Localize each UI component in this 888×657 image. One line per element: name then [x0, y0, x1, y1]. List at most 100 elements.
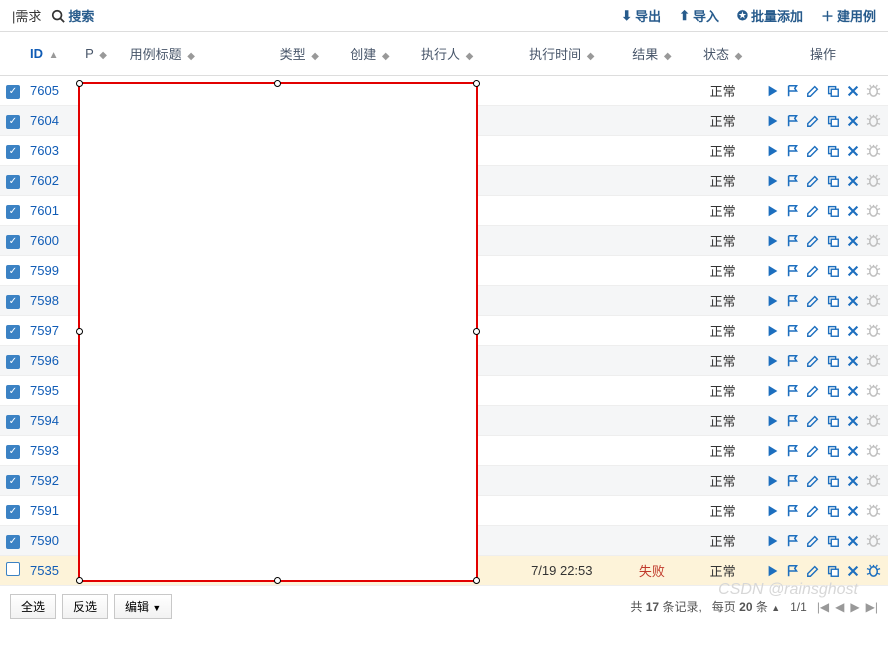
edit-icon[interactable] [805, 353, 821, 369]
row-checkbox[interactable]: ✓ [6, 115, 20, 129]
run-icon[interactable] [765, 143, 781, 159]
bug-icon[interactable] [865, 83, 881, 99]
delete-icon[interactable] [845, 143, 861, 159]
row-id-link[interactable]: 7592 [30, 473, 59, 488]
row-checkbox[interactable]: ✓ [6, 325, 20, 339]
row-id-link[interactable]: 7602 [30, 173, 59, 188]
row-checkbox[interactable]: ✓ [6, 175, 20, 189]
copy-icon[interactable] [825, 503, 841, 519]
row-checkbox[interactable]: ✓ [6, 385, 20, 399]
create-button[interactable]: ＋建用例 [821, 6, 876, 25]
row-id-link[interactable]: 7595 [30, 383, 59, 398]
edit-icon[interactable] [805, 443, 821, 459]
row-id-link[interactable]: 7596 [30, 353, 59, 368]
copy-icon[interactable] [825, 293, 841, 309]
row-checkbox[interactable]: ✓ [6, 145, 20, 159]
copy-icon[interactable] [825, 203, 841, 219]
col-type[interactable]: 类型 ◆ [276, 32, 347, 76]
invert-button[interactable]: 反选 [62, 594, 108, 619]
flag-icon[interactable] [785, 143, 801, 159]
row-id-link[interactable]: 7535 [30, 563, 59, 578]
bug-icon[interactable] [865, 263, 881, 279]
last-page-icon[interactable]: ▶| [866, 600, 878, 614]
edit-icon[interactable] [805, 503, 821, 519]
export-button[interactable]: ⬇导出 [621, 6, 661, 25]
copy-icon[interactable] [825, 323, 841, 339]
bug-icon[interactable] [865, 533, 881, 549]
row-checkbox[interactable]: ✓ [6, 505, 20, 519]
col-id[interactable]: ID ▲ [26, 32, 81, 76]
copy-icon[interactable] [825, 473, 841, 489]
row-id-link[interactable]: 7590 [30, 533, 59, 548]
row-checkbox[interactable]: ✓ [6, 475, 20, 489]
bug-icon[interactable] [865, 353, 881, 369]
col-creator[interactable]: 创建 ◆ [346, 32, 417, 76]
row-id-link[interactable]: 7597 [30, 323, 59, 338]
first-page-icon[interactable]: |◀ [817, 600, 829, 614]
row-checkbox[interactable] [6, 562, 20, 576]
edit-icon[interactable] [805, 113, 821, 129]
flag-icon[interactable] [785, 383, 801, 399]
copy-icon[interactable] [825, 143, 841, 159]
row-checkbox[interactable]: ✓ [6, 205, 20, 219]
select-all-button[interactable]: 全选 [10, 594, 56, 619]
bug-icon[interactable] [865, 173, 881, 189]
bug-icon[interactable] [865, 203, 881, 219]
delete-icon[interactable] [845, 503, 861, 519]
row-id-link[interactable]: 7604 [30, 113, 59, 128]
edit-icon[interactable] [805, 563, 821, 579]
row-id-link[interactable]: 7600 [30, 233, 59, 248]
flag-icon[interactable] [785, 203, 801, 219]
copy-icon[interactable] [825, 533, 841, 549]
bug-icon[interactable] [865, 413, 881, 429]
edit-icon[interactable] [805, 293, 821, 309]
edit-icon[interactable] [805, 383, 821, 399]
row-checkbox[interactable]: ✓ [6, 295, 20, 309]
copy-icon[interactable] [825, 353, 841, 369]
flag-icon[interactable] [785, 443, 801, 459]
delete-icon[interactable] [845, 173, 861, 189]
edit-icon[interactable] [805, 533, 821, 549]
edit-icon[interactable] [805, 173, 821, 189]
copy-icon[interactable] [825, 173, 841, 189]
row-checkbox[interactable]: ✓ [6, 235, 20, 249]
run-icon[interactable] [765, 233, 781, 249]
delete-icon[interactable] [845, 563, 861, 579]
flag-icon[interactable] [785, 533, 801, 549]
run-icon[interactable] [765, 563, 781, 579]
copy-icon[interactable] [825, 383, 841, 399]
run-icon[interactable] [765, 83, 781, 99]
row-id-link[interactable]: 7603 [30, 143, 59, 158]
row-id-link[interactable]: 7601 [30, 203, 59, 218]
run-icon[interactable] [765, 473, 781, 489]
copy-icon[interactable] [825, 443, 841, 459]
bug-icon[interactable] [865, 443, 881, 459]
flag-icon[interactable] [785, 353, 801, 369]
delete-icon[interactable] [845, 443, 861, 459]
batch-add-button[interactable]: ✪批量添加 [737, 6, 803, 25]
row-checkbox[interactable]: ✓ [6, 535, 20, 549]
flag-icon[interactable] [785, 233, 801, 249]
bug-icon[interactable] [865, 113, 881, 129]
delete-icon[interactable] [845, 353, 861, 369]
bug-icon[interactable] [865, 323, 881, 339]
row-id-link[interactable]: 7599 [30, 263, 59, 278]
row-id-link[interactable]: 7605 [30, 83, 59, 98]
col-result[interactable]: 结果 ◆ [617, 32, 688, 76]
edit-icon[interactable] [805, 323, 821, 339]
delete-icon[interactable] [845, 533, 861, 549]
prev-page-icon[interactable]: ◀ [835, 600, 844, 614]
bug-icon[interactable] [865, 473, 881, 489]
delete-icon[interactable] [845, 113, 861, 129]
delete-icon[interactable] [845, 203, 861, 219]
run-icon[interactable] [765, 263, 781, 279]
row-id-link[interactable]: 7594 [30, 413, 59, 428]
col-executor[interactable]: 执行人 ◆ [417, 32, 507, 76]
run-icon[interactable] [765, 323, 781, 339]
row-checkbox[interactable]: ✓ [6, 265, 20, 279]
bug-icon[interactable] [865, 503, 881, 519]
delete-icon[interactable] [845, 323, 861, 339]
copy-icon[interactable] [825, 563, 841, 579]
bug-icon[interactable] [865, 563, 881, 579]
copy-icon[interactable] [825, 413, 841, 429]
